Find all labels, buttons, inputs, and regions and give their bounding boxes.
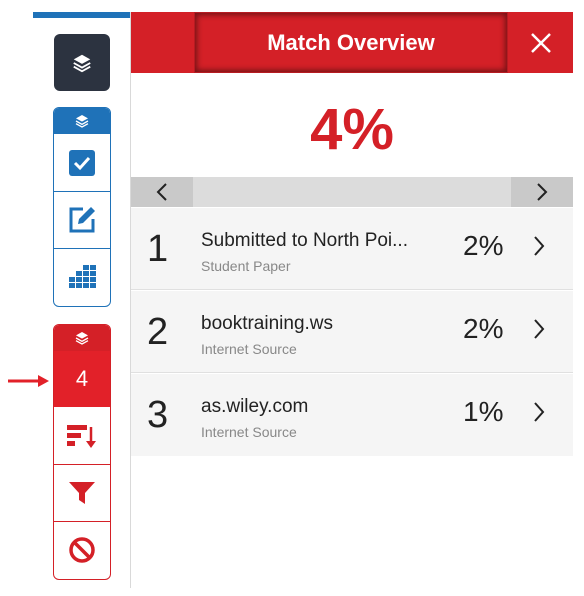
panel-title: Match Overview xyxy=(194,12,508,73)
close-icon xyxy=(531,32,551,53)
sort-icon xyxy=(67,424,96,448)
close-button[interactable] xyxy=(509,12,573,73)
match-nav-bar xyxy=(131,177,573,207)
exclude-button[interactable] xyxy=(54,521,110,578)
layers-icon xyxy=(75,115,89,128)
top-accent-strip xyxy=(33,12,130,18)
match-row[interactable]: 1 Submitted to North Poi... Student Pape… xyxy=(131,208,573,290)
match-percent: 2% xyxy=(463,313,504,344)
match-row[interactable]: 2 booktraining.ws Internet Source 2% xyxy=(131,291,573,373)
match-percent: 2% xyxy=(463,230,504,261)
chevron-right-icon xyxy=(534,236,545,256)
match-source-type: Student Paper xyxy=(201,258,291,274)
match-rank: 2 xyxy=(147,311,169,353)
checkbox-icon xyxy=(69,149,95,176)
blue-group-header[interactable] xyxy=(54,108,110,134)
next-button[interactable] xyxy=(511,177,573,207)
match-count: 4 xyxy=(75,366,89,391)
match-source-type: Internet Source xyxy=(201,424,297,440)
previous-button[interactable] xyxy=(131,177,193,207)
edit-tool-button[interactable] xyxy=(54,191,110,248)
match-rank: 3 xyxy=(147,394,169,436)
chevron-right-icon xyxy=(534,402,545,422)
edit-icon xyxy=(69,207,95,233)
match-source-type: Internet Source xyxy=(201,341,297,357)
red-tool-group: 4 xyxy=(53,324,111,580)
filter-button[interactable] xyxy=(54,464,110,521)
match-overview-panel: Match Overview 4% 1 Submitted to North P… xyxy=(130,12,573,588)
block-icon xyxy=(69,537,95,563)
match-percent: 1% xyxy=(463,396,504,427)
chevron-right-icon xyxy=(534,319,545,339)
red-group-header[interactable] xyxy=(54,325,110,351)
filter-icon xyxy=(69,482,95,504)
layers-button[interactable] xyxy=(54,34,110,91)
chevron-left-icon xyxy=(156,183,167,201)
match-row[interactable]: 3 as.wiley.com Internet Source 1% xyxy=(131,374,573,456)
sort-button[interactable] xyxy=(54,407,110,464)
grid-tool-button[interactable] xyxy=(54,248,110,305)
match-source: Submitted to North Poi... xyxy=(201,230,408,251)
overall-similarity: 4% xyxy=(310,97,394,162)
layers-icon xyxy=(75,332,89,345)
match-source: as.wiley.com xyxy=(201,396,309,417)
match-source: booktraining.ws xyxy=(201,313,334,334)
match-rank: 1 xyxy=(147,228,169,270)
blue-tool-group xyxy=(53,107,111,307)
check-tool-button[interactable] xyxy=(54,134,110,191)
match-count-button[interactable]: 4 xyxy=(54,351,110,407)
grid-icon xyxy=(69,265,96,288)
chevron-right-icon xyxy=(537,183,548,201)
layers-icon xyxy=(73,54,91,72)
pointer-arrow-icon xyxy=(8,375,49,387)
header-left-block xyxy=(131,12,193,73)
